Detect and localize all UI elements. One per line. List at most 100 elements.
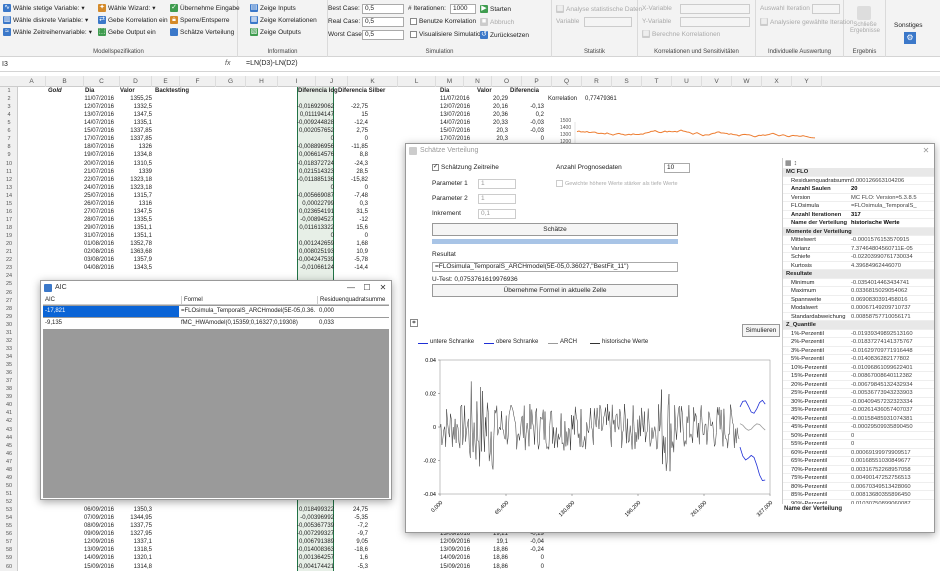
column-header[interactable]: Q — [552, 76, 582, 87]
cell-date[interactable]: 26/07/2016 — [70, 200, 114, 208]
formula-input[interactable]: =LN(D3)-LN(D2) — [246, 60, 298, 67]
property-row[interactable]: Mittelwert -0.0001576153570915 — [783, 236, 934, 245]
close-button[interactable]: ✕ — [918, 144, 934, 158]
cell-diff[interactable]: -22,75 — [334, 103, 368, 111]
cell-value[interactable]: 1335,1 — [112, 119, 152, 127]
cell-date-silver[interactable]: 12/07/2016 — [440, 103, 476, 111]
cell-value-silver[interactable]: 18,86 — [478, 554, 508, 562]
cell-date[interactable]: 14/09/2016 — [70, 554, 114, 562]
header-valor-silver[interactable]: Valor — [477, 87, 507, 95]
cell-value[interactable]: 1323,18 — [112, 176, 152, 184]
best-case-input[interactable]: 0,5 — [362, 4, 404, 14]
cell-diff-log[interactable]: -0,00396992 — [282, 514, 334, 522]
cell-date[interactable]: 01/08/2016 — [70, 240, 114, 248]
property-section[interactable]: Resultate — [783, 270, 934, 279]
x-variable-select[interactable] — [680, 4, 750, 14]
cell-date[interactable]: 24/07/2016 — [70, 184, 114, 192]
weight-higher-values-checkbox[interactable]: Gewichte höhere Werte stärker als tiefe … — [556, 180, 678, 187]
cell-date[interactable]: 09/09/2016 — [70, 530, 114, 538]
cell-diff-log[interactable]: -0,00894527 — [282, 216, 334, 224]
cell-diff-silver[interactable]: -0,24 — [510, 546, 544, 554]
apply-input-button[interactable]: ✓ Übernehme Eingabe — [170, 4, 240, 12]
analyze-data-button[interactable]: ▦ Analyse statistische Daten — [556, 5, 642, 13]
cell-date[interactable]: 22/07/2016 — [70, 176, 114, 184]
cell-diff[interactable]: -7,48 — [334, 192, 368, 200]
cell-value[interactable]: 1357,9 — [112, 256, 152, 264]
cell-value[interactable]: 1327,95 — [112, 530, 152, 538]
cell-value[interactable]: 1351,1 — [112, 224, 152, 232]
cell-date[interactable]: 14/07/2016 — [70, 119, 114, 127]
abort-button[interactable]: ■ Abbruch — [480, 18, 514, 26]
property-row[interactable]: 50%-Perzentil 0 — [783, 432, 934, 440]
column-header[interactable]: T — [642, 76, 672, 87]
analyze-iteration-button[interactable]: ▦ Analysiere gewählte Iteration — [760, 18, 853, 26]
cell-date[interactable]: 13/07/2016 — [70, 111, 114, 119]
cell-value-silver[interactable]: 20,33 — [478, 119, 508, 127]
cell-diff[interactable]: 0 — [334, 135, 368, 143]
cell-value-silver[interactable]: 18,86 — [478, 546, 508, 554]
cell-diff-log[interactable]: -0,004174421 — [282, 563, 334, 571]
column-header[interactable]: L — [398, 76, 436, 87]
property-row[interactable]: 35%-Perzentil -0.00261436057407037 — [783, 406, 934, 415]
cell-diff[interactable]: -18,6 — [334, 546, 368, 554]
correlation-label[interactable]: Korrelation — [548, 95, 588, 103]
cell-diff-log[interactable]: 0 — [282, 184, 334, 192]
minimize-button[interactable]: — — [343, 281, 359, 295]
column-header[interactable]: V — [702, 76, 732, 87]
cell-diff-log[interactable]: 0,018499322 — [282, 506, 334, 514]
property-row[interactable]: Name der Verteilung historische Werte — [783, 219, 934, 228]
cell-date-silver[interactable]: 12/09/2016 — [440, 538, 476, 546]
cell-value[interactable]: 1337,75 — [112, 522, 152, 530]
property-row[interactable]: 60%-Perzentil 0.00069199979909517 — [783, 449, 934, 457]
cell-date[interactable]: 31/07/2016 — [70, 232, 114, 240]
cell-diff-log[interactable]: 0,00022799 — [282, 200, 334, 208]
start-button[interactable]: ▶ Starten — [480, 5, 511, 13]
cell-value-silver[interactable]: 19,1 — [478, 538, 508, 546]
aic-grid[interactable]: AIC Formel Residuenquadratsumme -17,821 … — [43, 296, 389, 498]
property-row[interactable]: Schiefe -0.02203990761730034 — [783, 253, 934, 262]
cell-diff-log[interactable]: -0,005367739 — [282, 522, 334, 530]
property-row[interactable]: 65%-Perzentil 0.00168551030849677 — [783, 457, 934, 466]
column-header[interactable]: D — [120, 76, 152, 87]
cell-value[interactable]: 1323,18 — [112, 184, 152, 192]
cell-diff-log[interactable]: -0,011885136 — [282, 176, 334, 184]
aic-row[interactable]: -17,821 =FLOsimula_TemporalS_ARCHmodel(5… — [43, 306, 389, 317]
cell-date-silver[interactable]: 15/09/2016 — [440, 563, 476, 571]
column-header[interactable]: U — [672, 76, 702, 87]
cell-diff-silver[interactable]: -0,13 — [510, 103, 544, 111]
cell-diff-log[interactable]: 0,006614576 — [282, 151, 334, 159]
estimate-distribution-button[interactable]: ⌒ Schätze Verteilung — [170, 28, 234, 36]
cell-diff-log[interactable]: 0,021514323 — [282, 168, 334, 176]
cell-diff-log[interactable] — [282, 95, 334, 103]
property-row[interactable]: 30%-Perzentil -0.00409457232323334 — [783, 398, 934, 406]
cell-diff-log[interactable]: 0 — [282, 135, 334, 143]
property-row[interactable]: 10%-Perzentil -0.01096861099622401 — [783, 364, 934, 372]
close-button[interactable]: ✕ — [375, 281, 391, 295]
property-row[interactable]: Varianz 7.37464804560711E-05 — [783, 245, 934, 253]
property-row[interactable]: Residuenquadratsumme 0.000126663104206 — [783, 177, 934, 185]
cell-date[interactable]: 03/08/2016 — [70, 256, 114, 264]
column-header[interactable]: K — [348, 76, 398, 87]
property-row[interactable]: 20%-Perzentil -0.00679845132432934 — [783, 381, 934, 389]
cell-value[interactable]: 1326 — [112, 143, 152, 151]
cell-date[interactable]: 27/07/2016 — [70, 208, 114, 216]
cell-date[interactable]: 21/07/2016 — [70, 168, 114, 176]
cell-diff-log[interactable]: 0,011194147 — [282, 111, 334, 119]
cell-date[interactable]: 17/07/2016 — [70, 135, 114, 143]
cell-value-silver[interactable]: 20,3 — [478, 127, 508, 135]
cell-diff[interactable]: 10,9 — [334, 248, 368, 256]
cell-date[interactable]: 29/07/2016 — [70, 224, 114, 232]
close-results-button[interactable]: Schließe Ergebnisse — [846, 22, 884, 34]
column-header[interactable]: J — [316, 76, 348, 87]
cell-diff[interactable]: 15,6 — [334, 224, 368, 232]
header-backtesting[interactable]: Backtesting — [155, 87, 195, 95]
column-header[interactable]: F — [180, 76, 216, 87]
reset-button[interactable]: ↺ Zurücksetzen — [480, 31, 529, 39]
cell-diff-log[interactable]: -0,018372724 — [282, 160, 334, 168]
column-header[interactable]: W — [732, 76, 762, 87]
cell-value[interactable]: 1347,5 — [112, 111, 152, 119]
cell-diff-silver[interactable]: 0 — [510, 563, 544, 571]
cell-diff[interactable]: -5,3 — [334, 563, 368, 571]
cell-diff[interactable]: -12 — [334, 216, 368, 224]
property-row[interactable]: 55%-Perzentil 0 — [783, 440, 934, 449]
